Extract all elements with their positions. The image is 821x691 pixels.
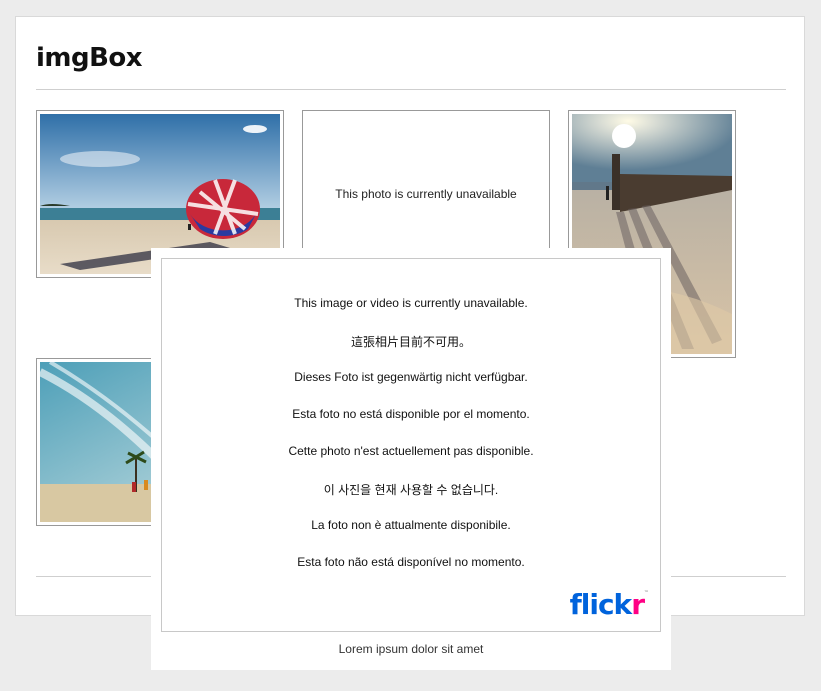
unavailable-msg-en: This image or video is currently unavail… (294, 296, 528, 310)
unavailable-text: This photo is currently unavailable (335, 187, 517, 201)
unavailable-msg-pt: Esta foto não está disponível no momento… (297, 555, 525, 569)
page-title: imgBox (36, 43, 143, 73)
header-divider (36, 89, 786, 90)
unavailable-msg-ko: 이 사진을 현재 사용할 수 없습니다. (323, 483, 499, 497)
lightbox: This image or video is currently unavail… (151, 248, 671, 670)
unavailable-msg-de: Dieses Foto ist gegenwärtig nicht verfüg… (294, 370, 528, 384)
flickr-logo-tm: ™ (644, 590, 649, 596)
unavailable-msg-it: La foto non è attualmente disponibile. (311, 518, 511, 532)
flickr-logo-blue: flick (569, 588, 633, 621)
unavailable-msg-es: Esta foto no está disponible por el mome… (292, 407, 530, 421)
flickr-logo-pink: r (631, 588, 645, 621)
lightbox-caption: Lorem ipsum dolor sit amet (338, 642, 484, 656)
lightbox-image-frame: This image or video is currently unavail… (161, 258, 661, 632)
unavailable-msg-fr: Cette photo n'est actuellement pas dispo… (288, 444, 534, 458)
flickr-logo: flickr™ (569, 588, 649, 621)
unavailable-msg-zh: 這張相片目前不可用。 (350, 335, 471, 349)
